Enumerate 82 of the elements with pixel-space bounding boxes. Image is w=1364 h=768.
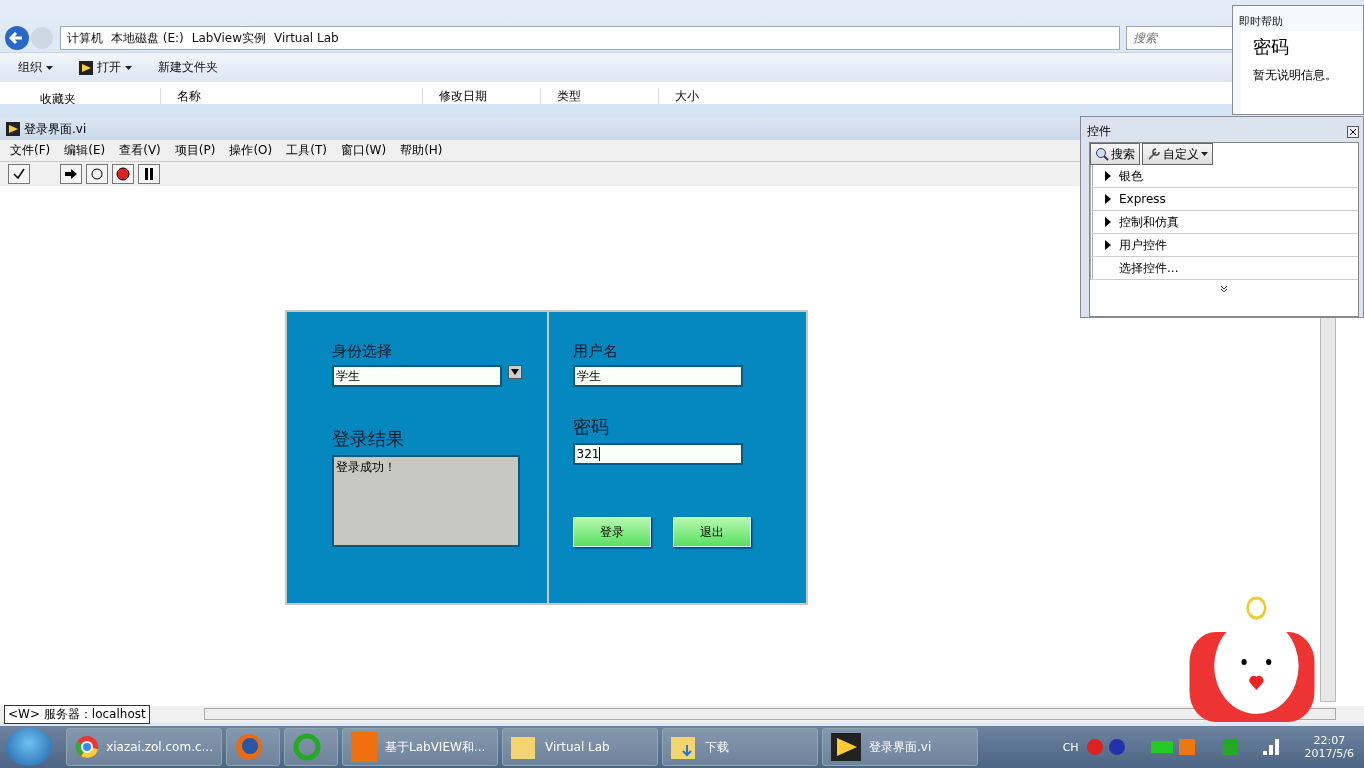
help-heading: 密码 bbox=[1253, 35, 1290, 59]
menu-item[interactable]: 操作(O) bbox=[229, 142, 273, 159]
menu-item[interactable]: 查看(V) bbox=[119, 142, 161, 159]
caret-icon bbox=[1201, 152, 1208, 156]
palette-item[interactable]: 银色 bbox=[1090, 165, 1358, 188]
window-title: 登录界面.vi bbox=[24, 120, 87, 138]
expand-icon bbox=[1105, 217, 1111, 227]
labview-icon bbox=[6, 122, 20, 136]
identity-dropdown[interactable]: 学生 bbox=[332, 365, 502, 387]
menu-item[interactable]: 工具(T) bbox=[286, 142, 327, 159]
column-header[interactable]: 修改日期 bbox=[422, 88, 540, 104]
menu-item[interactable]: 项目(P) bbox=[174, 142, 216, 159]
column-header[interactable]: 大小 bbox=[658, 88, 738, 104]
panel-button[interactable]: 退出 bbox=[672, 517, 751, 547]
breadcrumb-item[interactable]: 计算机 bbox=[67, 29, 103, 47]
scrollbar[interactable] bbox=[203, 708, 1336, 720]
cycle-icon bbox=[90, 167, 104, 181]
chevron-down-icon[interactable] bbox=[1220, 285, 1228, 293]
menu-item[interactable]: 编辑(E) bbox=[64, 142, 106, 159]
username-field[interactable]: 学生 bbox=[572, 365, 743, 387]
wrench-icon bbox=[1147, 147, 1161, 161]
palette-item[interactable]: 用户控件 bbox=[1090, 234, 1358, 257]
caret-icon bbox=[511, 369, 519, 375]
menu-item[interactable]: 窗口(W) bbox=[340, 142, 387, 159]
arrow-icon bbox=[64, 168, 78, 180]
help-text: 暂无说明信息。 bbox=[1253, 67, 1338, 84]
recycle-icon bbox=[293, 733, 321, 761]
browser-icon bbox=[75, 735, 99, 759]
breadcrumb-item[interactable]: LabView实例 bbox=[191, 29, 266, 47]
panel-title: 即时帮助 bbox=[1238, 14, 1284, 29]
field-label: 登录结果 bbox=[332, 427, 405, 451]
field-label: 身份选择 bbox=[332, 342, 393, 361]
panel-button[interactable]: 登录 bbox=[572, 517, 651, 547]
labview-icon bbox=[79, 60, 93, 75]
expand-icon bbox=[1105, 194, 1111, 204]
result-box: 登录成功！ bbox=[332, 455, 520, 547]
favorites-item[interactable]: 收藏夹 bbox=[0, 92, 160, 104]
pause-button[interactable] bbox=[138, 164, 160, 184]
status-text: <W> 服务器：localhost bbox=[4, 704, 150, 724]
column-header[interactable]: 名称 bbox=[160, 88, 422, 104]
browser-icon bbox=[235, 733, 263, 761]
labview-icon bbox=[831, 733, 861, 761]
scrollbar[interactable] bbox=[1320, 316, 1336, 702]
run-continuously-button[interactable] bbox=[86, 164, 108, 184]
toolbar-button[interactable]: 打开 bbox=[79, 59, 132, 76]
expand-icon bbox=[1105, 240, 1111, 250]
password-field[interactable]: 321 bbox=[572, 443, 743, 465]
pdf-icon bbox=[351, 732, 377, 762]
breadcrumb-item[interactable]: 本地磁盘 (E:) bbox=[111, 29, 184, 47]
language-indicator[interactable]: CH bbox=[1062, 740, 1079, 754]
breadcrumb-item[interactable]: Virtual Lab bbox=[273, 31, 339, 45]
field-label: 用户名 bbox=[572, 342, 619, 361]
start-button[interactable] bbox=[6, 728, 52, 766]
palette-item[interactable]: Express bbox=[1090, 188, 1358, 211]
close-icon[interactable] bbox=[1347, 125, 1359, 138]
palette-button[interactable]: 自定义 bbox=[1142, 143, 1213, 165]
column-header[interactable]: 类型 bbox=[540, 88, 658, 104]
field-label: 密码 bbox=[572, 415, 610, 439]
clock-date: 2017/5/6 bbox=[1304, 747, 1354, 760]
abort-button[interactable] bbox=[112, 164, 134, 184]
toolbar-button[interactable]: 组织 bbox=[18, 59, 53, 76]
run-button[interactable] bbox=[60, 164, 82, 184]
palette-item[interactable]: 控制和仿真 bbox=[1090, 211, 1358, 234]
taskbar-button[interactable] bbox=[226, 728, 280, 766]
stop-icon bbox=[116, 167, 130, 181]
palette-title: 控件 bbox=[1087, 123, 1111, 140]
expand-icon bbox=[1105, 171, 1111, 181]
toolbar-button[interactable]: 新建文件夹 bbox=[158, 59, 218, 76]
check-button[interactable] bbox=[8, 164, 30, 184]
caret-icon bbox=[125, 65, 132, 70]
caret-icon bbox=[46, 65, 53, 70]
back-icon[interactable] bbox=[4, 25, 54, 51]
palette-item[interactable]: 选择控件... bbox=[1090, 257, 1358, 280]
address-bar[interactable]: 计算机 本地磁盘 (E:) LabView实例 Virtual Lab bbox=[60, 26, 1120, 50]
pause-icon bbox=[144, 168, 154, 180]
search-icon bbox=[1095, 147, 1109, 161]
dropdown-button[interactable] bbox=[508, 365, 522, 379]
menu-item[interactable]: 文件(F) bbox=[10, 142, 51, 159]
clock-time: 22:07 bbox=[1313, 734, 1346, 747]
check-icon bbox=[13, 168, 25, 180]
palette-button[interactable]: 搜索 bbox=[1090, 143, 1140, 165]
menu-item[interactable]: 帮助(H) bbox=[400, 142, 443, 159]
